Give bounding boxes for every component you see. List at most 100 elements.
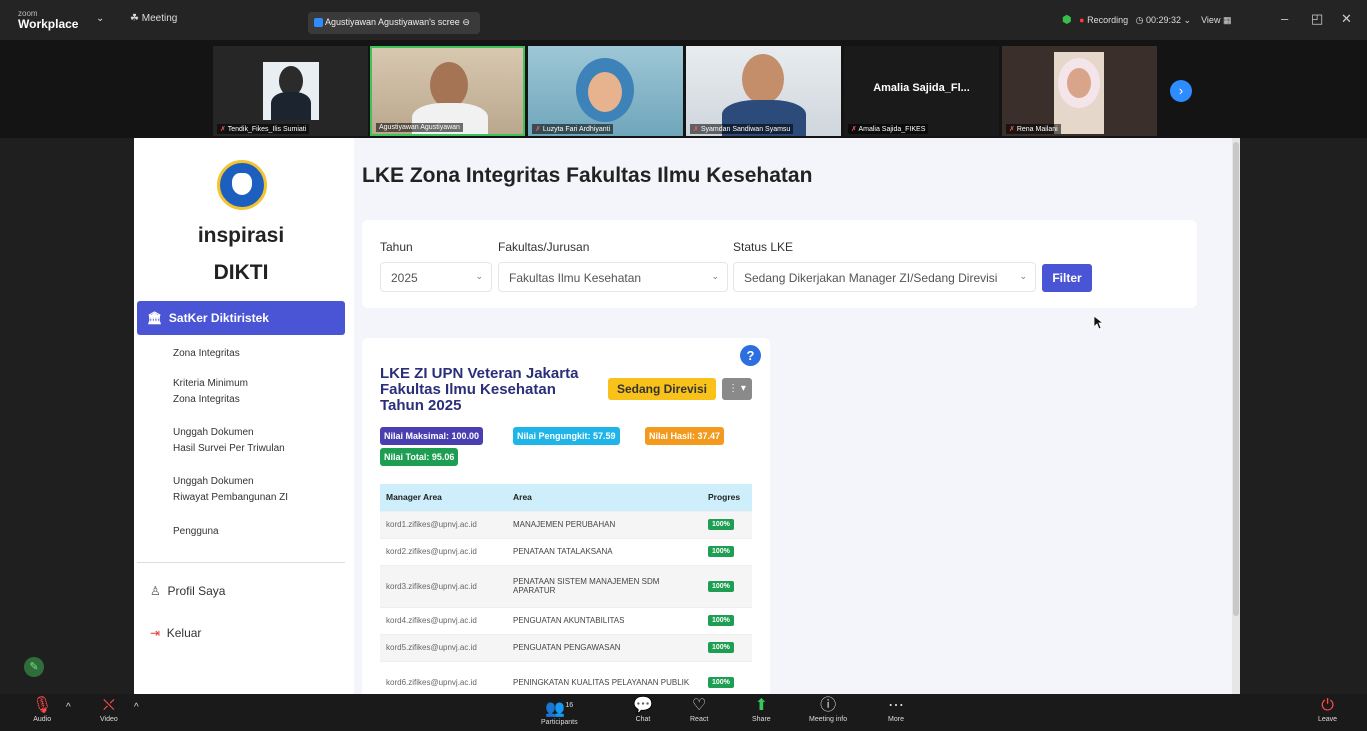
nav-label: Zona Integritas: [173, 394, 240, 405]
table-header-row: Manager Area Area Progres: [380, 484, 752, 511]
lke-title-line: LKE ZI UPN Veteran Jakarta: [380, 365, 579, 382]
manager-cell: kord5.zifikes@upnvj.ac.id: [380, 633, 507, 661]
status-select[interactable]: Sedang Dikerjakan Manager ZI/Sedang Dire…: [733, 262, 1036, 292]
progress-badge: 100%: [708, 580, 734, 592]
participant-tile[interactable]: ✗ Syamdan Sandiwan Syamsu: [686, 46, 841, 136]
progress-badge: 100%: [708, 546, 734, 557]
more-button[interactable]: ⋯ More: [888, 696, 904, 723]
recording-indicator[interactable]: ⬢ ● Recording ◷ 00:29:32 ⌄ View ▦: [1062, 13, 1231, 26]
chat-button[interactable]: 💬 Chat: [633, 696, 653, 723]
leave-button[interactable]: ⏻ Leave: [1318, 696, 1337, 723]
progress-cell: 100%: [702, 510, 752, 538]
close-circle-icon[interactable]: ⊖: [462, 17, 470, 27]
table-row[interactable]: kord4.zifikes@upnvj.ac.id PENGUATAN AKUN…: [380, 606, 752, 634]
participant-tile[interactable]: Amalia Sajida_Fl... ✗ Amalia Sajida_FIKE…: [844, 46, 999, 136]
nav-keluar-label: Keluar: [166, 626, 202, 640]
participant-tile[interactable]: ✗ Tendik_Fikes_Ilis Sumiati: [213, 46, 368, 136]
nav-kriteria-minimum[interactable]: Kriteria Minimum Zona Integritas: [173, 376, 248, 408]
zoom-logo[interactable]: zoom Workplace: [18, 9, 78, 30]
progress-cell: 100%: [702, 633, 752, 661]
table-row[interactable]: kord2.zifikes@upnvj.ac.id PENATAAN TATAL…: [380, 537, 752, 565]
meeting-menu[interactable]: ☘ Meeting: [130, 13, 177, 24]
tut-wuri-logo: [217, 160, 267, 210]
kebab-icon: ⋮: [728, 383, 739, 394]
participant-tile-active-speaker[interactable]: Agustiyawan Agustiyawan: [370, 46, 525, 136]
nav-pengguna[interactable]: Pengguna: [173, 524, 219, 540]
mic-muted-icon: ✗: [693, 126, 699, 133]
participant-tile[interactable]: ✗ Rena Mailani: [1002, 46, 1157, 136]
nav-unggah-survei[interactable]: Unggah Dokumen Hasil Survei Per Triwulan: [173, 425, 285, 457]
share-button[interactable]: ⬆ Share: [752, 696, 771, 723]
progress-badge: 100%: [708, 642, 734, 653]
nav-label: Zona Integritas: [173, 348, 240, 359]
nav-satker-diktiristek[interactable]: 🏛 SatKer Diktiristek: [137, 301, 345, 335]
nav-label: Hasil Survei Per Triwulan: [173, 443, 285, 454]
zoom-logo-bottom: Workplace: [18, 17, 79, 31]
video-label: Video: [100, 716, 118, 723]
area-cell: PENATAAN TATALAKSANA: [507, 537, 702, 565]
area-cell: PENGUATAN AKUNTABILITAS: [507, 606, 702, 634]
scrollbar-thumb[interactable]: [1233, 142, 1239, 616]
participants-label: Participants: [541, 719, 578, 727]
mic-muted-icon: ✗: [220, 126, 226, 133]
nav-label: Pengguna: [173, 526, 219, 537]
react-button[interactable]: ♡ React: [690, 696, 708, 723]
help-icon[interactable]: ?: [740, 345, 761, 366]
participant-video: [263, 62, 319, 120]
page-title: LKE Zona Integritas Fakultas Ilmu Keseha…: [362, 164, 813, 187]
filter-button[interactable]: Filter: [1042, 264, 1092, 292]
year-select[interactable]: 2025 ⌄: [380, 262, 492, 292]
video-off-icon: ⛌: [102, 697, 115, 714]
participant-name: ✗ Syamdan Sandiwan Syamsu: [690, 124, 794, 134]
table-row[interactable]: kord3.zifikes@upnvj.ac.id PENATAAN SISTE…: [380, 564, 752, 607]
mic-muted-icon: 🎙: [32, 697, 53, 714]
progress-badge: 100%: [708, 615, 734, 626]
people-icon: ☘: [130, 13, 139, 24]
caret-down-icon: ▾: [740, 383, 746, 394]
area-cell: MANAJEMEN PERUBAHAN: [507, 510, 702, 538]
video-options-caret[interactable]: ^: [134, 702, 139, 713]
column-header: Manager Area: [380, 484, 507, 511]
nav-keluar[interactable]: ⇥ Keluar: [150, 626, 201, 640]
heart-icon: ♡: [691, 697, 707, 714]
page-scrollbar[interactable]: [1232, 138, 1240, 694]
manager-cell: kord2.zifikes@upnvj.ac.id: [380, 537, 507, 565]
faculty-select[interactable]: Fakultas Ilmu Kesehatan ⌄: [498, 262, 728, 292]
app-sidebar: inspirasi DIKTI 🏛 SatKer Diktiristek Zon…: [134, 138, 354, 694]
user-icon: ♙: [150, 584, 161, 598]
nilai-pengungkit-badge: Nilai Pengungkit: 57.59: [513, 427, 620, 445]
close-icon[interactable]: ✕: [1341, 11, 1352, 27]
year-select-value: 2025: [391, 271, 418, 285]
year-label: Tahun: [380, 240, 413, 254]
nav-unggah-riwayat[interactable]: Unggah Dokumen Riwayat Pembangunan ZI: [173, 474, 288, 506]
next-page-icon[interactable]: ›: [1170, 80, 1192, 102]
annotate-pencil-icon[interactable]: ✎: [24, 657, 44, 677]
area-cell: PENATAAN SISTEM MANAJEMEN SDM APARATUR: [507, 564, 702, 607]
restore-icon[interactable]: ◰: [1311, 11, 1323, 27]
manager-cell: kord3.zifikes@upnvj.ac.id: [380, 564, 507, 607]
status-label: Status LKE: [733, 240, 794, 254]
participants-button[interactable]: 👥16 Participants: [541, 696, 578, 726]
info-icon: ⓘ: [820, 697, 837, 714]
meeting-info-button[interactable]: ⓘ Meeting info: [809, 696, 847, 723]
participant-name: ✗ Amalia Sajida_FIKES: [848, 124, 929, 134]
lke-title-line: Fakultas Ilmu Kesehatan: [380, 381, 556, 398]
nav-zona-integritas[interactable]: Zona Integritas: [173, 346, 240, 362]
participant-tile[interactable]: ✗ Luzyta Fari Ardhiyanti: [528, 46, 683, 136]
chevron-down-icon[interactable]: ⌄: [96, 13, 104, 24]
screen-share-tab[interactable]: Agustiyawan Agustiyawan's scree ⊖: [308, 12, 480, 34]
table-row[interactable]: kord1.zifikes@upnvj.ac.id MANAJEMEN PERU…: [380, 510, 752, 538]
recording-label: Recording: [1087, 15, 1129, 25]
view-menu[interactable]: View: [1201, 15, 1220, 25]
lke-card-title: LKE ZI UPN Veteran Jakarta Fakultas Ilmu…: [380, 366, 610, 414]
minimize-icon[interactable]: –: [1281, 11, 1288, 26]
video-button[interactable]: ⛌ Video: [100, 696, 118, 723]
progress-badge: 100%: [708, 676, 734, 688]
nav-profil-saya[interactable]: ♙ Profil Saya: [150, 584, 225, 598]
audio-options-caret[interactable]: ^: [66, 702, 71, 713]
brand-line2: DIKTI: [213, 261, 269, 284]
table-row[interactable]: kord5.zifikes@upnvj.ac.id PENGUATAN PENG…: [380, 633, 752, 661]
card-options-button[interactable]: ⋮ ▾: [722, 378, 752, 400]
table-row[interactable]: kord6.zifikes@upnvj.ac.id PENINGKATAN KU…: [380, 660, 752, 694]
audio-button[interactable]: 🎙 Audio: [32, 696, 52, 723]
